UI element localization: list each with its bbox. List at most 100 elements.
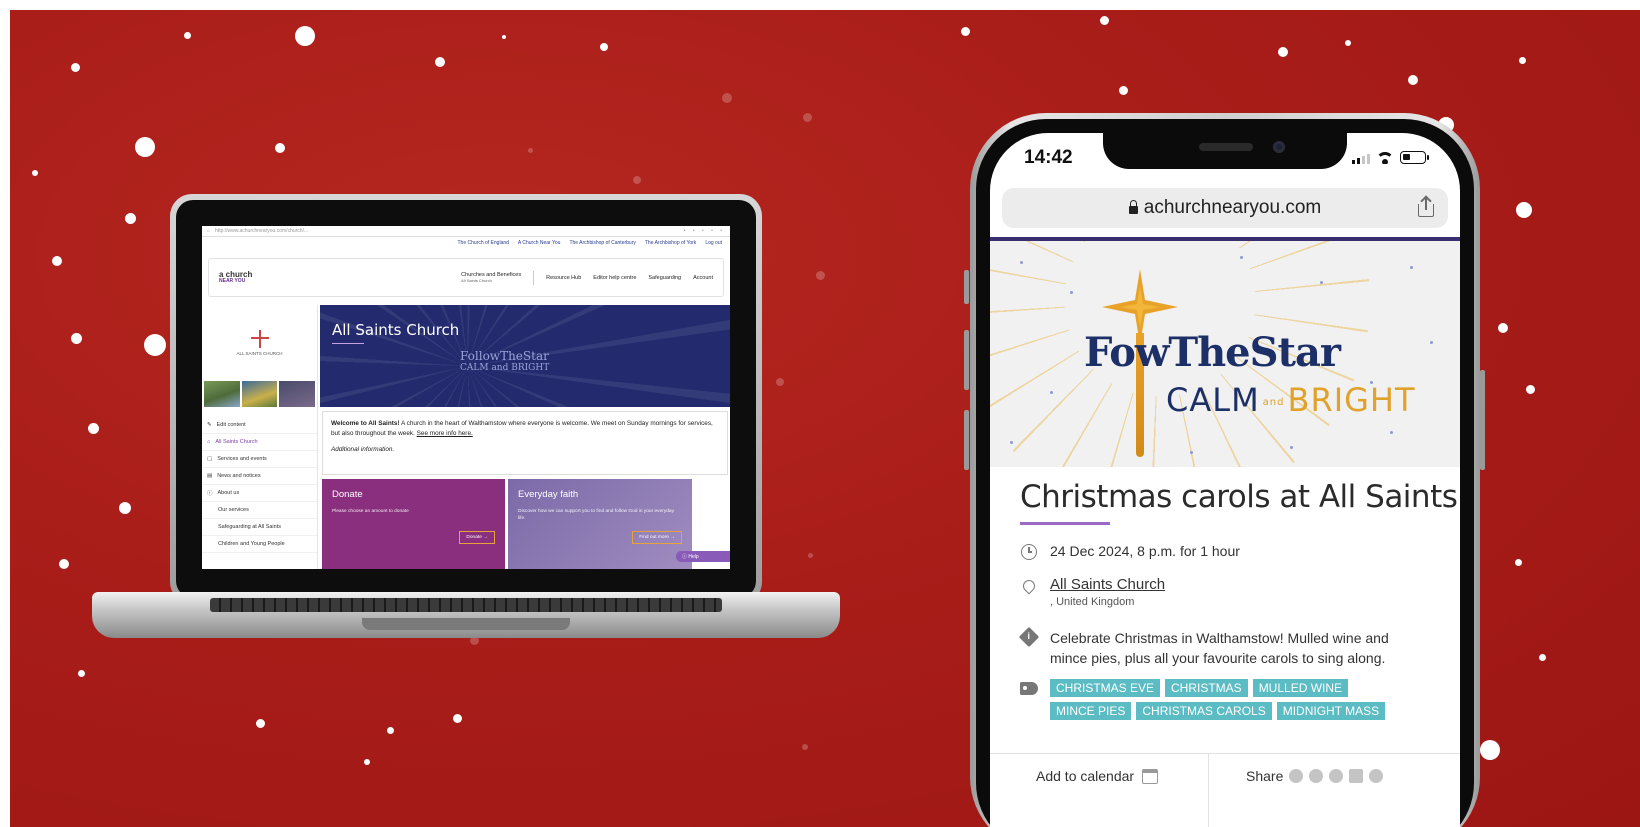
snowflake bbox=[802, 744, 808, 750]
church-photos[interactable] bbox=[202, 381, 317, 407]
snowflake bbox=[527, 147, 533, 153]
news-icon: ▤ bbox=[207, 473, 213, 479]
camera-icon bbox=[1273, 141, 1285, 153]
sidebar-item-services-events[interactable]: ▢ Services and events bbox=[202, 451, 317, 468]
sidebar-item-about[interactable]: ⓘ About us bbox=[202, 485, 317, 502]
sidebar-item-children[interactable]: Children and Young People bbox=[202, 536, 317, 553]
link-church-of-england[interactable]: The Church of England bbox=[457, 240, 508, 249]
browser-actions-icon[interactable]: • • • • • bbox=[684, 228, 725, 234]
snowflake bbox=[1099, 15, 1109, 25]
sparkle bbox=[1020, 261, 1023, 264]
home-icon[interactable]: ⌂ bbox=[207, 228, 210, 234]
snowflake bbox=[295, 26, 315, 46]
nav-account[interactable]: Account bbox=[693, 275, 713, 281]
snowflake bbox=[1525, 384, 1535, 394]
sparkle bbox=[1410, 266, 1413, 269]
help-button[interactable]: ⓘ Help bbox=[676, 551, 730, 562]
welcome-box: Welcome to All Saints! A church in the h… bbox=[322, 411, 728, 475]
snowflake bbox=[1118, 85, 1128, 95]
snowflake bbox=[502, 35, 506, 39]
whatsapp-icon[interactable] bbox=[1329, 769, 1344, 783]
sidebar-item-all-saints[interactable]: ⌂ All Saints Church bbox=[202, 434, 317, 451]
location-pin-icon bbox=[1020, 577, 1038, 595]
facebook-icon[interactable] bbox=[1289, 769, 1304, 783]
find-out-more-button[interactable]: Find out more → bbox=[632, 531, 682, 544]
address-bar[interactable]: achurchnearyou.com bbox=[1002, 188, 1448, 228]
title-underline bbox=[332, 343, 364, 344]
phone-screen: 14:42 achurchnearyou.com FowTheStar CALM… bbox=[990, 133, 1460, 827]
sparkle bbox=[1390, 431, 1393, 434]
top-links: The Church of England A Church Near You … bbox=[202, 237, 730, 249]
snowflake bbox=[1514, 558, 1522, 566]
add-to-calendar-button[interactable]: Add to calendar bbox=[1036, 768, 1159, 784]
nav-editor-help[interactable]: Editor help centre bbox=[593, 275, 636, 281]
snowflake bbox=[52, 256, 62, 266]
nav-resource-hub[interactable]: Resource Hub bbox=[546, 275, 581, 281]
tag-chip[interactable]: CHRISTMAS bbox=[1165, 679, 1248, 697]
sparkle bbox=[1370, 381, 1373, 384]
nav-safeguarding[interactable]: Safeguarding bbox=[648, 275, 681, 281]
tag-chip[interactable]: MINCE PIES bbox=[1050, 702, 1132, 720]
twitter-icon[interactable] bbox=[1309, 769, 1324, 783]
page-title: All Saints Church bbox=[332, 321, 460, 339]
snowflake bbox=[1498, 323, 1508, 333]
sparkle bbox=[1430, 341, 1433, 344]
event-datetime: 24 Dec 2024, 8 p.m. for 1 hour bbox=[1020, 543, 1240, 561]
share-icon[interactable] bbox=[1418, 197, 1434, 217]
snowflake bbox=[633, 176, 641, 184]
snowflake bbox=[275, 143, 285, 153]
event-tags: CHRISTMAS EVE CHRISTMAS MULLED WINE MINC… bbox=[1020, 679, 1420, 720]
sparkle bbox=[1050, 391, 1053, 394]
link-archbishop-york[interactable]: The Archbishop of York bbox=[645, 240, 696, 249]
nav-churches-benefices[interactable]: Churches and Benefices All Saints Church bbox=[461, 272, 521, 283]
snowflake bbox=[255, 718, 265, 728]
sidebar: ALL SAINTS CHURCH ✎ Edit content ⌂ All Sai… bbox=[202, 305, 318, 569]
sparkle bbox=[1320, 281, 1323, 284]
snowflake bbox=[1518, 56, 1526, 64]
church-hero-banner: All Saints Church FollowTheStar CALM and… bbox=[320, 305, 730, 407]
sidebar-item-safeguarding[interactable]: Safeguarding at All Saints bbox=[202, 519, 317, 536]
see-more-link[interactable]: See more info here. bbox=[417, 430, 473, 437]
sparkle bbox=[1010, 441, 1013, 444]
status-time: 14:42 bbox=[1024, 147, 1073, 168]
snowflake bbox=[1516, 202, 1532, 218]
laptop-screen: ⌂ http://www.achurchnearyou.com/church/.… bbox=[202, 226, 730, 569]
follow-the-star-logo: FowTheStar bbox=[1084, 329, 1341, 376]
link-archbishop-canterbury[interactable]: The Archbishop of Canterbury bbox=[569, 240, 635, 249]
tag-icon bbox=[1020, 681, 1038, 695]
phone-power-button bbox=[1480, 370, 1485, 470]
snowflake bbox=[960, 26, 970, 36]
phone-volume-up-button bbox=[964, 330, 969, 390]
acny-logo[interactable]: a church NEAR YOU bbox=[219, 271, 252, 284]
tag-chip[interactable]: MIDNIGHT MASS bbox=[1276, 702, 1386, 720]
snowflake bbox=[386, 726, 394, 734]
sidebar-item-our-services[interactable]: Our services bbox=[202, 502, 317, 519]
event-footer: Add to calendar Share bbox=[990, 753, 1460, 827]
info-icon: ⓘ bbox=[207, 491, 213, 497]
laptop-trackpad-notch bbox=[362, 618, 570, 630]
tag-chip[interactable]: CHRISTMAS CAROLS bbox=[1136, 702, 1272, 720]
sidebar-item-edit-content[interactable]: ✎ Edit content bbox=[202, 417, 317, 434]
snowflake bbox=[59, 559, 69, 569]
snowflake bbox=[1480, 740, 1500, 760]
location-link[interactable]: All Saints Church bbox=[1050, 576, 1165, 593]
sidebar-item-news[interactable]: ▤ News and notices bbox=[202, 468, 317, 485]
logout-link[interactable]: Log out bbox=[705, 240, 722, 249]
lock-icon bbox=[1128, 199, 1138, 214]
laptop-device: ⌂ http://www.achurchnearyou.com/church/.… bbox=[92, 186, 840, 654]
link-a-church-near-you[interactable]: A Church Near You bbox=[518, 240, 561, 249]
tag-chip[interactable]: CHRISTMAS EVE bbox=[1050, 679, 1161, 697]
status-icons bbox=[1352, 151, 1429, 164]
snowflake bbox=[452, 713, 462, 723]
tag-chip[interactable]: MULLED WINE bbox=[1252, 679, 1349, 697]
browser-url-bar[interactable]: ⌂ http://www.achurchnearyou.com/church/.… bbox=[202, 226, 730, 237]
calendar-icon: ▢ bbox=[207, 456, 213, 462]
home-icon: ⌂ bbox=[207, 439, 211, 445]
sparkle bbox=[1070, 291, 1073, 294]
main-nav: Churches and Benefices All Saints Church… bbox=[461, 270, 713, 285]
link-icon[interactable] bbox=[1369, 769, 1384, 783]
email-icon[interactable] bbox=[1349, 769, 1364, 783]
event-banner: FowTheStar CALM andBRIGHT bbox=[990, 241, 1460, 467]
donate-button[interactable]: Donate → bbox=[459, 531, 495, 544]
snowflake bbox=[70, 62, 80, 72]
